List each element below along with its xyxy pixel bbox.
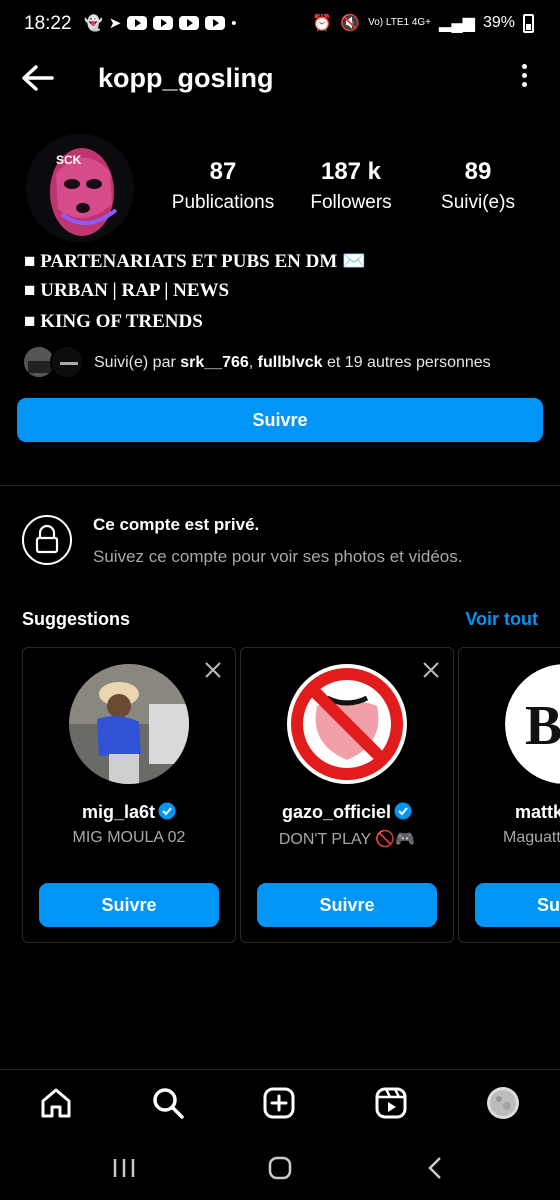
mutual-followers[interactable]: Suivi(e) par srk__766, fullblvck et 19 a…	[22, 345, 542, 383]
suggestion-username: mig_la6t	[23, 802, 235, 823]
followed-by-text: Suivi(e) par srk__766, fullblvck et 19 a…	[94, 354, 491, 371]
back-button-icon[interactable]	[422, 1155, 450, 1181]
svg-text:SCK: SCK	[56, 153, 82, 167]
mute-icon: 🔇	[340, 15, 361, 32]
notification-icons: 👻 ➤ •	[84, 14, 237, 33]
profile-avatar[interactable]: SCK	[26, 134, 134, 242]
suggestion-follow-button[interactable]: Suivre	[257, 883, 437, 927]
see-all-link[interactable]: Voir tout	[465, 609, 538, 630]
signal-icon: ▂▄▆	[439, 15, 475, 32]
suggestion-fullname: DON'T PLAY 🚫🎮	[278, 831, 416, 848]
youtube-icon	[205, 16, 226, 30]
suggestion-follow-button[interactable]: Su	[475, 883, 560, 927]
suggestion-username: gazo_officiel	[241, 802, 453, 823]
recent-apps-icon[interactable]	[110, 1155, 138, 1181]
network-label: Vo) LTE1 4G+	[368, 17, 432, 28]
suggestion-card[interactable]: gazo_officiel DON'T PLAY 🚫🎮 Suivre	[240, 647, 454, 943]
home-button-icon[interactable]	[266, 1155, 294, 1181]
back-arrow-icon[interactable]	[18, 60, 58, 96]
following-label: Suivi(e)s	[441, 192, 515, 213]
status-time: 18:22	[24, 13, 72, 34]
svg-text:Bƒ: Bƒ	[525, 695, 560, 757]
profile-tab-avatar[interactable]	[486, 1086, 520, 1120]
suggestion-fullname: MIG MOULA 02	[72, 829, 186, 846]
stat-posts: 87 Publications	[163, 158, 283, 214]
status-bar: 18:22 👻 ➤ • ⏰ 🔇 Vo) LTE1 4G+ ▂▄▆ 39%	[0, 0, 560, 50]
suggestion-username: mattk	[515, 802, 560, 822]
youtube-icon	[127, 16, 148, 30]
bottom-navigation	[0, 1069, 560, 1135]
bio-line: ■ PARTENARIATS ET PUBS EN DM ✉️	[24, 251, 366, 272]
private-title: Ce compte est privé.	[93, 515, 260, 534]
reels-icon[interactable]	[374, 1086, 408, 1120]
alarm-icon: ⏰	[312, 15, 333, 32]
suggestion-avatar[interactable]: Bƒ	[505, 664, 560, 784]
divider	[0, 485, 560, 486]
youtube-icon	[153, 16, 174, 30]
suggestion-fullname: Maguatt	[503, 829, 560, 846]
dismiss-icon[interactable]	[203, 660, 223, 680]
search-icon[interactable]	[151, 1086, 185, 1120]
private-subtitle: Suivez ce compte pour voir ses photos et…	[93, 547, 463, 566]
create-post-icon[interactable]	[262, 1086, 296, 1120]
suggestion-avatar[interactable]	[287, 664, 407, 784]
profile-username: kopp_gosling	[98, 63, 274, 93]
more-options-icon[interactable]	[518, 64, 530, 92]
posts-label: Publications	[171, 192, 275, 213]
home-icon[interactable]	[39, 1086, 73, 1120]
system-icons: ⏰ 🔇 Vo) LTE1 4G+ ▂▄▆ 39%	[312, 13, 534, 33]
posts-count: 87	[209, 158, 237, 185]
suggestion-avatar[interactable]	[69, 664, 189, 784]
bio-line: ■ URBAN | RAP | NEWS	[24, 280, 230, 301]
following-count: 89	[464, 158, 492, 185]
stat-followers[interactable]: 187 k Followers	[296, 158, 406, 214]
battery-percent: 39%	[482, 14, 515, 31]
verified-badge-icon	[158, 802, 176, 820]
suggestions-title: Suggestions	[22, 609, 131, 629]
profile-header: kopp_gosling	[0, 50, 560, 108]
stat-following[interactable]: 89 Suivi(e)s	[428, 158, 528, 214]
follow-button[interactable]: Suivre	[17, 398, 543, 442]
followers-count: 187 k	[320, 158, 382, 185]
more-dot-icon: •	[231, 14, 237, 32]
mutual-user-2: fullblvck	[257, 354, 323, 371]
battery-icon	[523, 13, 534, 33]
mutual-avatar	[50, 345, 84, 379]
system-navigation	[0, 1135, 560, 1200]
lock-icon	[22, 515, 72, 565]
suggestion-follow-button[interactable]: Suivre	[39, 883, 219, 927]
verified-badge-icon	[394, 802, 412, 820]
snapchat-icon: 👻	[84, 15, 103, 32]
dismiss-icon[interactable]	[421, 660, 441, 680]
bio-line: ■ KING OF TRENDS	[24, 311, 203, 332]
mutual-user-1: srk__766	[180, 354, 249, 371]
telegram-icon: ➤	[108, 15, 122, 32]
followers-label: Followers	[310, 192, 392, 213]
suggestion-card[interactable]: Bƒ mattk Maguatt Su	[458, 647, 560, 943]
youtube-icon	[179, 16, 200, 30]
suggestion-card[interactable]: mig_la6t MIG MOULA 02 Suivre	[22, 647, 236, 943]
